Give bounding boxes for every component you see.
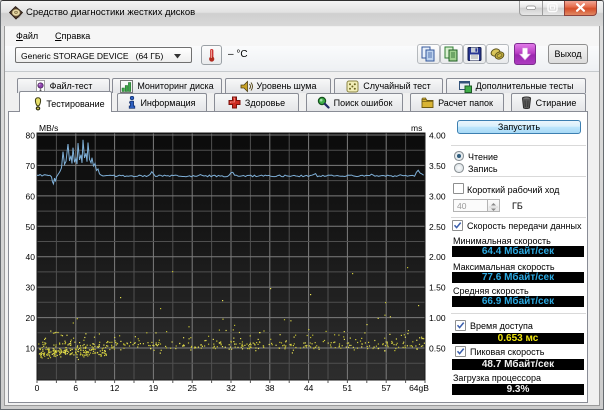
svg-text:1.50: 1.50: [429, 283, 446, 293]
svg-text:32: 32: [226, 383, 236, 393]
svg-text:4.00: 4.00: [429, 131, 446, 141]
svg-text:38: 38: [265, 383, 275, 393]
svg-text:51: 51: [343, 383, 353, 393]
svg-text:MB/s: MB/s: [39, 123, 58, 133]
svg-text:25: 25: [187, 383, 197, 393]
svg-text:30: 30: [26, 283, 36, 293]
svg-text:0: 0: [35, 383, 40, 393]
svg-text:19: 19: [149, 383, 159, 393]
svg-text:60: 60: [26, 191, 36, 201]
svg-text:70: 70: [26, 161, 36, 171]
svg-text:3.00: 3.00: [429, 191, 446, 201]
svg-text:57: 57: [381, 383, 391, 393]
svg-text:20: 20: [26, 313, 36, 323]
svg-text:0.50: 0.50: [429, 344, 446, 354]
svg-text:1.00: 1.00: [429, 313, 446, 323]
svg-text:80: 80: [26, 131, 36, 141]
svg-text:2.50: 2.50: [429, 222, 446, 232]
svg-text:40: 40: [26, 252, 36, 262]
svg-text:12: 12: [110, 383, 120, 393]
svg-text:6: 6: [73, 383, 78, 393]
svg-text:64gB: 64gB: [409, 383, 429, 393]
svg-text:10: 10: [26, 344, 36, 354]
svg-text:ms: ms: [411, 123, 422, 133]
svg-text:2.00: 2.00: [429, 252, 446, 262]
svg-text:44: 44: [304, 383, 314, 393]
svg-text:50: 50: [26, 222, 36, 232]
svg-text:3.50: 3.50: [429, 161, 446, 171]
